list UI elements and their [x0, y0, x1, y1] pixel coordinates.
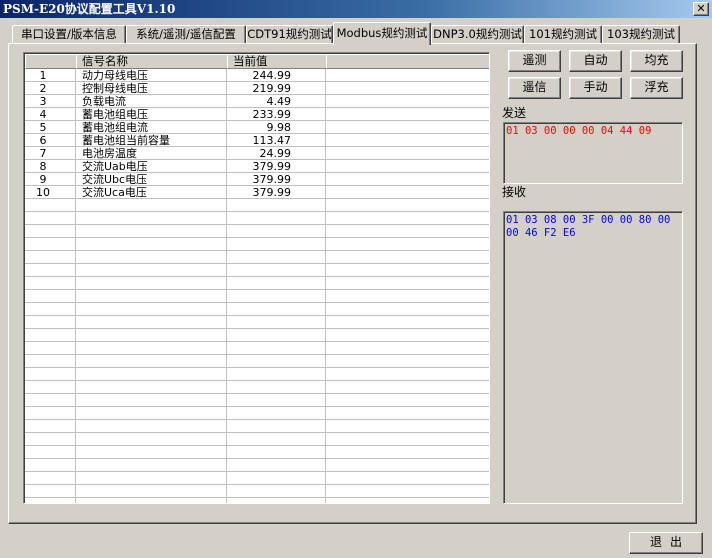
table-row[interactable]	[25, 485, 489, 498]
current-value-cell: 24.99	[259, 147, 292, 160]
table-row[interactable]	[25, 290, 489, 303]
send-hex-display[interactable]: 01 03 00 00 00 04 44 09	[503, 122, 683, 184]
signal-name-cell: 交流Uab电压	[82, 160, 148, 173]
signal-name-cell: 交流Ubc电压	[82, 173, 148, 186]
column-header-extra[interactable]	[326, 54, 489, 69]
table-row[interactable]	[25, 459, 489, 472]
title-bar: PSM-E20协议配置工具V1.10 ✕	[0, 0, 712, 18]
row-index: 7	[39, 147, 47, 160]
tab-modbus-test[interactable]: Modbus规约测试	[333, 22, 431, 45]
telesignal-button[interactable]: 遥信	[508, 77, 561, 99]
tab-cdt91-test[interactable]: CDT91规约测试	[246, 25, 333, 44]
table-row[interactable]	[25, 225, 489, 238]
receive-hex-display[interactable]: 01 03 08 00 3F 00 00 80 00 00 46 F2 E6	[503, 211, 683, 504]
table-row[interactable]	[25, 381, 489, 394]
tab-dnp3-test[interactable]: DNP3.0规约测试	[431, 25, 524, 44]
tab-103-test[interactable]: 103规约测试	[602, 25, 680, 44]
table-row[interactable]	[25, 264, 489, 277]
signal-name-cell: 电池房温度	[82, 147, 137, 160]
signal-name-cell: 交流Uca电压	[82, 186, 147, 199]
tab-strip: 串口设置/版本信息 系统/遥测/遥信配置 CDT91规约测试 Modbus规约测…	[8, 22, 698, 45]
manual-button[interactable]: 手动	[569, 77, 622, 99]
row-index: 1	[39, 69, 47, 82]
table-row[interactable]	[25, 238, 489, 251]
table-row[interactable]	[25, 446, 489, 459]
current-value-cell: 379.99	[252, 160, 292, 173]
row-index: 4	[39, 108, 47, 121]
float-charge-button[interactable]: 浮充	[630, 77, 683, 99]
auto-button[interactable]: 自动	[569, 50, 622, 72]
table-row[interactable]	[25, 420, 489, 433]
table-row[interactable]	[25, 433, 489, 446]
current-value-cell: 379.99	[252, 173, 292, 186]
signal-name-cell: 动力母线电压	[82, 69, 148, 82]
table-row[interactable]	[25, 303, 489, 316]
current-value-cell: 233.99	[252, 108, 292, 121]
table-row[interactable]	[25, 394, 489, 407]
row-index: 6	[39, 134, 47, 147]
row-index: 8	[39, 160, 47, 173]
send-hex-text: 01 03 00 00 00 04 44 09	[506, 125, 652, 137]
receive-label: 接收	[502, 185, 527, 199]
table-row[interactable]	[25, 316, 489, 329]
signal-table-body: 信号名称 当前值 1 动力母线电压 244.99 2 控制母线电压 219.99 3 负载电流…	[25, 54, 489, 503]
tab-system-config[interactable]: 系统/遥测/遥信配置	[126, 25, 246, 44]
exit-button[interactable]: 退出	[629, 532, 703, 554]
telemetry-button[interactable]: 遥测	[508, 50, 561, 72]
table-row[interactable]	[25, 407, 489, 420]
table-row[interactable]	[25, 342, 489, 355]
row-index: 2	[39, 82, 47, 95]
table-row[interactable]	[25, 212, 489, 225]
equalize-charge-button[interactable]: 均充	[630, 50, 683, 72]
close-button[interactable]: ✕	[693, 2, 709, 16]
send-label: 发送	[502, 106, 527, 120]
table-row[interactable]	[25, 277, 489, 290]
current-value-cell: 379.99	[252, 186, 292, 199]
row-index: 5	[39, 121, 47, 134]
tab-serial-settings[interactable]: 串口设置/版本信息	[12, 25, 126, 44]
table-row[interactable]	[25, 355, 489, 368]
table-row[interactable]	[25, 329, 489, 342]
signal-name-cell: 控制母线电压	[82, 82, 148, 95]
window-title: PSM-E20协议配置工具V1.10	[3, 2, 176, 16]
column-header-signal-name[interactable]: 信号名称	[76, 54, 228, 69]
signal-table[interactable]: 信号名称 当前值 1 动力母线电压 244.99 2 控制母线电压 219.99 3 负载电流…	[23, 52, 490, 504]
current-value-cell: 4.49	[266, 95, 292, 108]
close-icon: ✕	[696, 2, 706, 15]
signal-name-cell: 负载电流	[82, 95, 126, 108]
current-value-cell: 244.99	[252, 69, 292, 82]
table-row[interactable]	[25, 251, 489, 264]
current-value-cell: 113.47	[252, 134, 292, 147]
signal-name-cell: 蓄电池组电流	[82, 121, 148, 134]
receive-hex-text: 01 03 08 00 3F 00 00 80 00 00 46 F2 E6	[506, 214, 671, 239]
row-index: 10	[36, 186, 50, 199]
table-row[interactable]	[25, 368, 489, 381]
column-header-index[interactable]	[25, 54, 77, 69]
tab-101-test[interactable]: 101规约测试	[524, 25, 602, 44]
column-header-current-value[interactable]: 当前值	[227, 54, 327, 69]
table-row[interactable]	[25, 199, 489, 212]
table-row[interactable]	[25, 472, 489, 485]
row-index: 9	[39, 173, 47, 186]
current-value-cell: 9.98	[266, 121, 292, 134]
row-index: 3	[39, 95, 47, 108]
current-value-cell: 219.99	[252, 82, 292, 95]
signal-name-cell: 蓄电池组电压	[82, 108, 148, 121]
signal-name-cell: 蓄电池组当前容量	[82, 134, 170, 147]
